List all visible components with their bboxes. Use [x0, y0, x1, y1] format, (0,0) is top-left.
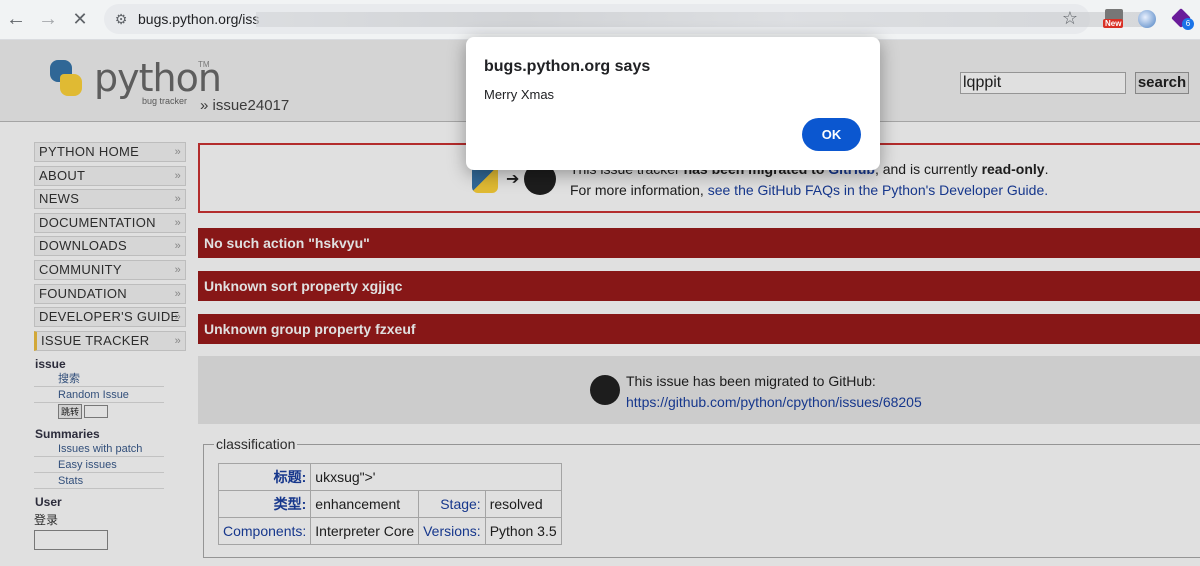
ok-button[interactable]: OK	[802, 118, 861, 151]
profile-badge: 6	[1182, 18, 1194, 30]
dialog-message: Merry Xmas	[484, 87, 555, 102]
address-bar[interactable]: ⚙ bugs.python.org/iss ☆	[104, 4, 1142, 34]
bookmark-star-icon[interactable]: ☆	[1062, 8, 1078, 29]
url-text[interactable]: bugs.python.org/iss	[138, 11, 259, 27]
dialog-title: bugs.python.org says	[484, 58, 651, 75]
browser-toolbar: ← → ✕ ⚙ bugs.python.org/iss ☆ New 6	[0, 0, 1200, 40]
stop-loading-icon[interactable]: ✕	[68, 8, 92, 30]
extension-new-badge: New	[1103, 19, 1124, 28]
back-arrow-icon[interactable]: ←	[4, 8, 28, 30]
alert-dialog: bugs.python.org says Merry Xmas OK	[466, 37, 880, 170]
site-settings-icon[interactable]: ⚙	[112, 10, 130, 28]
url-redacted	[256, 12, 1142, 27]
extension-puzzle-icon[interactable]: 6	[1171, 8, 1194, 31]
extension-globe-icon[interactable]	[1138, 10, 1156, 28]
extension-new-icon[interactable]: New	[1102, 9, 1126, 31]
forward-arrow-icon[interactable]: →	[36, 8, 60, 30]
